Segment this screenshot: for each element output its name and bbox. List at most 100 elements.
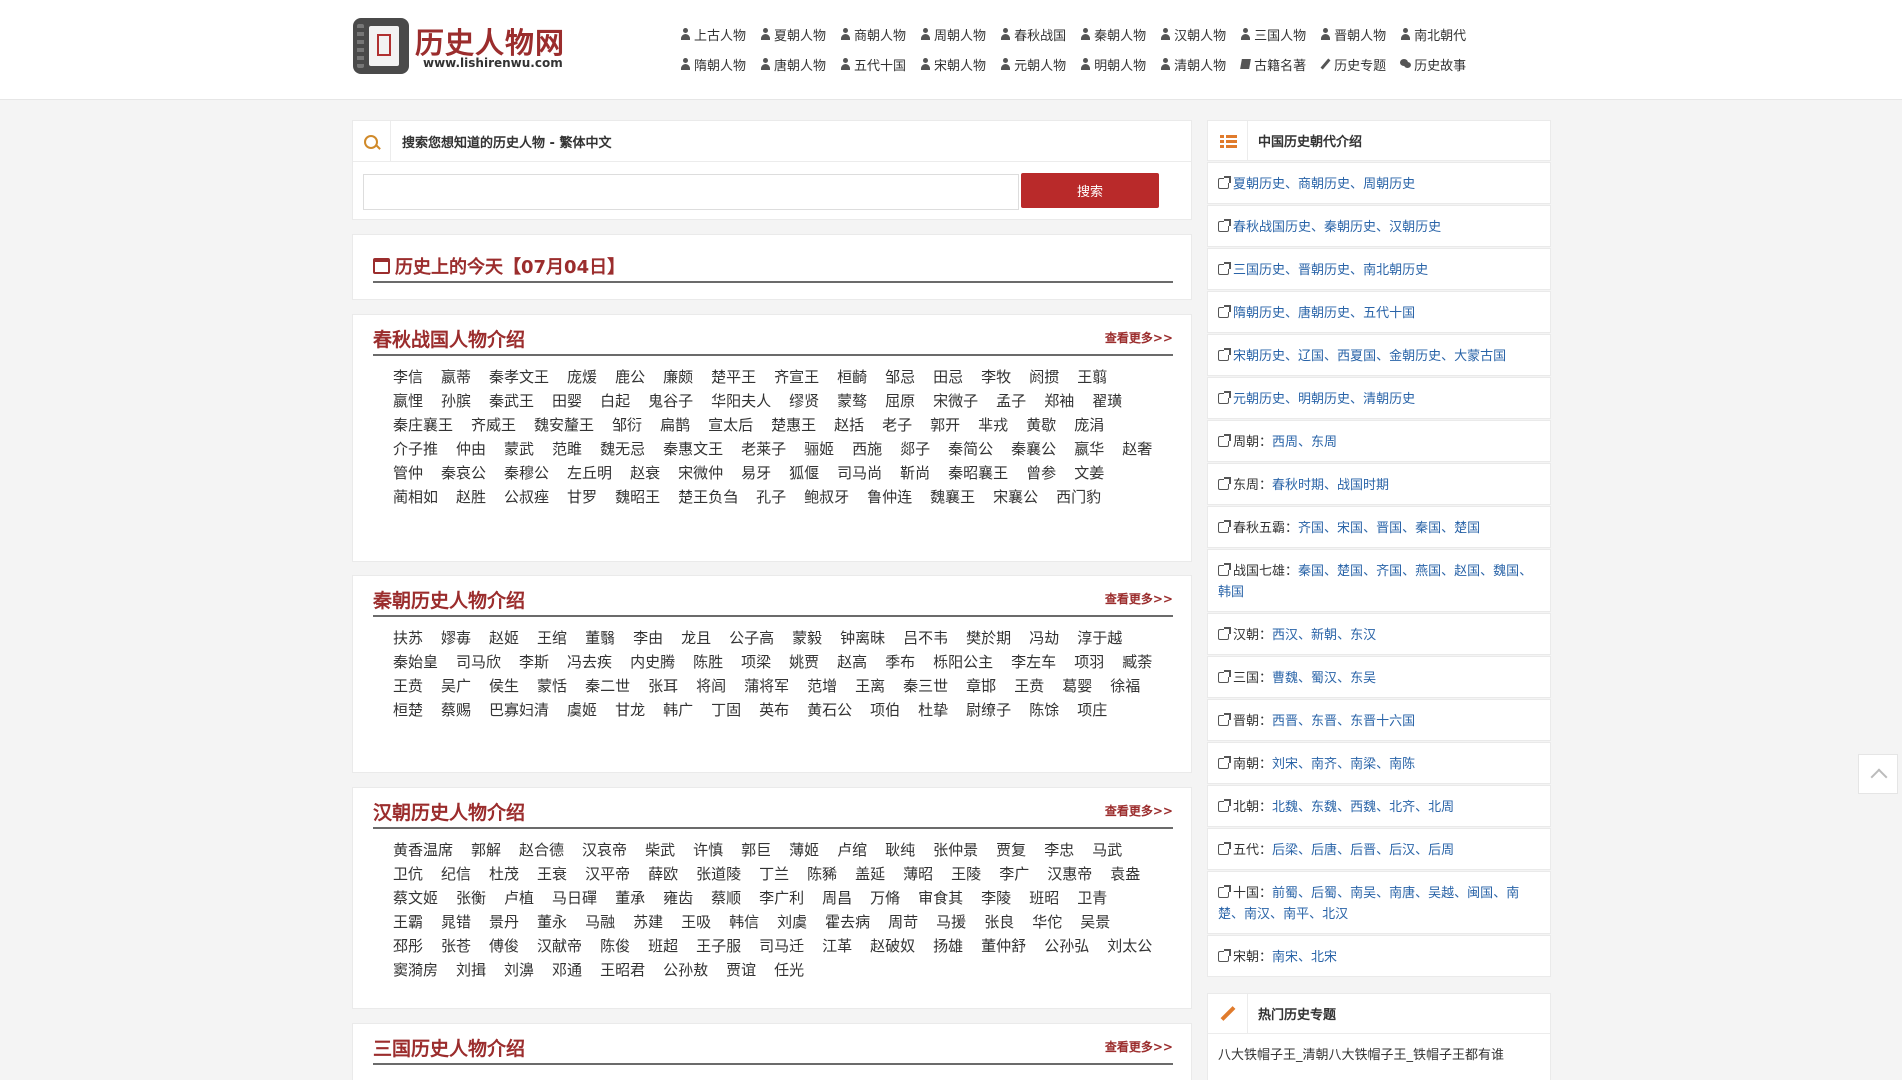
person-link[interactable]: 嫪毐 [441, 628, 471, 648]
person-link[interactable]: 卫伉 [393, 864, 423, 884]
person-link[interactable]: 楚平王 [711, 367, 756, 387]
dynasty-link[interactable]: 赵国 [1454, 564, 1480, 579]
person-link[interactable]: 宣太后 [708, 415, 753, 435]
person-link[interactable]: 田忌 [933, 367, 963, 387]
person-link[interactable]: 骊姬 [804, 439, 834, 459]
person-link[interactable]: 王吸 [681, 912, 711, 932]
person-link[interactable]: 马日磾 [552, 888, 597, 908]
dynasty-link[interactable]: 南北朝历史 [1363, 263, 1428, 278]
person-link[interactable]: 管仲 [393, 463, 423, 483]
person-link[interactable]: 韩信 [729, 912, 759, 932]
person-link[interactable]: 邹忌 [885, 367, 915, 387]
person-link[interactable]: 汉献帝 [537, 936, 582, 956]
site-logo[interactable]: 历史人物网 www.lishirenwu.com [353, 18, 564, 76]
person-link[interactable]: 芈戎 [978, 415, 1008, 435]
person-link[interactable]: 庞煖 [567, 367, 597, 387]
nav-item[interactable]: 上古人物 [680, 25, 746, 44]
person-link[interactable]: 司马欣 [456, 652, 501, 672]
person-link[interactable]: 文姜 [1074, 463, 1104, 483]
person-link[interactable]: 华佗 [1032, 912, 1062, 932]
person-link[interactable]: 雍齿 [663, 888, 693, 908]
person-link[interactable]: 赵胜 [456, 487, 486, 507]
person-link[interactable]: 魏襄王 [930, 487, 975, 507]
person-link[interactable]: 蒙毅 [792, 628, 822, 648]
person-link[interactable]: 缪贤 [789, 391, 819, 411]
dynasty-link[interactable]: 东魏 [1311, 800, 1337, 815]
dynasty-link[interactable]: 东晋十六国 [1350, 714, 1415, 729]
person-link[interactable]: 蔡赐 [441, 700, 471, 720]
dynasty-link[interactable]: 三国历史 [1233, 263, 1285, 278]
person-link[interactable]: 蒙武 [504, 439, 534, 459]
person-link[interactable]: 郑袖 [1044, 391, 1074, 411]
person-link[interactable]: 靳尚 [900, 463, 930, 483]
person-link[interactable]: 秦昭襄王 [948, 463, 1008, 483]
person-link[interactable]: 黄歇 [1026, 415, 1056, 435]
section-title[interactable]: 春秋战国人物介绍 [373, 325, 525, 352]
person-link[interactable]: 蔡顺 [711, 888, 741, 908]
person-link[interactable]: 西施 [852, 439, 882, 459]
person-link[interactable]: 窦漪房 [393, 960, 438, 980]
person-link[interactable]: 景丹 [489, 912, 519, 932]
dynasty-link[interactable]: 宋国 [1337, 521, 1363, 536]
person-link[interactable]: 易牙 [741, 463, 771, 483]
person-link[interactable]: 郭开 [930, 415, 960, 435]
person-link[interactable]: 秦庄襄王 [393, 415, 453, 435]
see-more-link[interactable]: 查看更多>> [1105, 329, 1173, 346]
person-link[interactable]: 江革 [822, 936, 852, 956]
dynasty-link[interactable]: 后晋 [1350, 843, 1376, 858]
person-link[interactable]: 公子高 [729, 628, 774, 648]
person-link[interactable]: 董承 [615, 888, 645, 908]
person-link[interactable]: 项伯 [870, 700, 900, 720]
person-link[interactable]: 宋襄公 [993, 487, 1038, 507]
person-link[interactable]: 秦二世 [585, 676, 630, 696]
person-link[interactable]: 公叔痤 [504, 487, 549, 507]
nav-item[interactable]: 三国人物 [1240, 25, 1306, 44]
dynasty-link[interactable]: 前蜀 [1272, 886, 1298, 901]
dynasty-link[interactable]: 商朝历史 [1298, 177, 1350, 192]
person-link[interactable]: 黄香温席 [393, 840, 453, 860]
person-link[interactable]: 樊於期 [966, 628, 1011, 648]
person-link[interactable]: 丁兰 [759, 864, 789, 884]
person-link[interactable]: 马融 [585, 912, 615, 932]
person-link[interactable]: 赵括 [834, 415, 864, 435]
person-link[interactable]: 韩广 [663, 700, 693, 720]
person-link[interactable]: 柴武 [645, 840, 675, 860]
person-link[interactable]: 英布 [759, 700, 789, 720]
dynasty-link[interactable]: 南平 [1283, 907, 1309, 922]
person-link[interactable]: 薄姬 [789, 840, 819, 860]
nav-item[interactable]: 历史专题 [1320, 55, 1386, 74]
nav-item[interactable]: 清朝人物 [1160, 55, 1226, 74]
person-link[interactable]: 曾参 [1026, 463, 1056, 483]
person-link[interactable]: 将闾 [696, 676, 726, 696]
person-link[interactable]: 袁盎 [1110, 864, 1140, 884]
dynasty-link[interactable]: 楚国 [1337, 564, 1363, 579]
person-link[interactable]: 郯子 [900, 439, 930, 459]
person-link[interactable]: 刘虞 [777, 912, 807, 932]
person-link[interactable]: 鲁仲连 [867, 487, 912, 507]
person-link[interactable]: 李牧 [981, 367, 1011, 387]
person-link[interactable]: 司马迁 [759, 936, 804, 956]
person-link[interactable]: 李忠 [1044, 840, 1074, 860]
person-link[interactable]: 王翦 [1077, 367, 1107, 387]
person-link[interactable]: 班超 [648, 936, 678, 956]
dynasty-link[interactable]: 战国时期 [1337, 478, 1389, 493]
person-link[interactable]: 吴景 [1080, 912, 1110, 932]
person-link[interactable]: 孟子 [996, 391, 1026, 411]
person-link[interactable]: 苏建 [633, 912, 663, 932]
person-link[interactable]: 耿纯 [885, 840, 915, 860]
person-link[interactable]: 介子推 [393, 439, 438, 459]
search-input[interactable] [363, 174, 1019, 210]
person-link[interactable]: 桓楚 [393, 700, 423, 720]
dynasty-link[interactable]: 南吴 [1350, 886, 1376, 901]
person-link[interactable]: 秦惠文王 [663, 439, 723, 459]
person-link[interactable]: 翟璜 [1092, 391, 1122, 411]
person-link[interactable]: 卫青 [1077, 888, 1107, 908]
person-link[interactable]: 冯劫 [1029, 628, 1059, 648]
dynasty-link[interactable]: 春秋时期 [1272, 478, 1324, 493]
person-link[interactable]: 王离 [855, 676, 885, 696]
dynasty-link[interactable]: 夏朝历史 [1233, 177, 1285, 192]
person-link[interactable]: 嬴悝 [393, 391, 423, 411]
dynasty-link[interactable]: 曹魏 [1272, 671, 1298, 686]
person-link[interactable]: 薛欧 [648, 864, 678, 884]
nav-item[interactable]: 南北朝代 [1400, 25, 1466, 44]
